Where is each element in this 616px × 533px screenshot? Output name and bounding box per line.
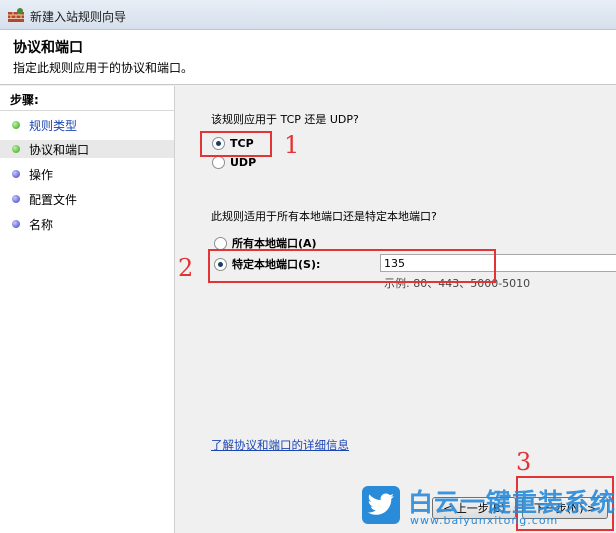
step-profile: 配置文件 xyxy=(12,190,77,208)
step-label: 规则类型 xyxy=(29,118,78,133)
specific-ports-radio-option[interactable]: 特定本地端口(S): xyxy=(214,256,320,272)
title-bar[interactable]: 新建入站规则向导 xyxy=(0,0,616,30)
steps-sidebar: 步骤: 规则类型 协议和端口 操作 配置文件 名称 xyxy=(0,86,175,533)
watermark: 白云一键重装系统 www.baiyunxitong.com xyxy=(362,482,616,533)
step-label: 配置文件 xyxy=(29,192,78,207)
port-number-input[interactable] xyxy=(380,254,616,272)
step-action: 操作 xyxy=(12,165,53,183)
udp-radio[interactable] xyxy=(212,156,225,169)
step-current-icon xyxy=(12,145,20,153)
steps-divider xyxy=(0,110,175,111)
step-label: 协议和端口 xyxy=(29,142,90,157)
ports-question: 此规则适用于所有本地端口还是特定本地端口? xyxy=(211,210,437,223)
step-rule-type[interactable]: 规则类型 xyxy=(12,116,77,134)
page-title: 协议和端口 xyxy=(13,40,83,56)
main-content: 该规则应用于 TCP 还是 UDP? TCP UDP 此规则适用于所有本地端口还… xyxy=(176,86,616,533)
step-label: 名称 xyxy=(29,217,54,232)
tcp-radio[interactable] xyxy=(212,137,225,150)
all-ports-label: 所有本地端口(A) xyxy=(232,237,317,250)
step-pending-icon xyxy=(12,195,20,203)
step-label: 操作 xyxy=(29,167,54,182)
udp-radio-option[interactable]: UDP xyxy=(212,156,256,169)
steps-label: 步骤: xyxy=(10,93,39,107)
annotation-number-3: 3 xyxy=(516,448,532,476)
window-title: 新建入站规则向导 xyxy=(30,10,127,24)
annotation-number-1: 1 xyxy=(284,131,300,159)
step-pending-icon xyxy=(12,170,20,178)
twitter-bird-icon xyxy=(367,493,394,515)
all-ports-radio[interactable] xyxy=(214,236,227,250)
specific-ports-label: 特定本地端口(S): xyxy=(232,258,321,271)
firewall-wizard-icon xyxy=(8,8,24,22)
protocol-question: 该规则应用于 TCP 还是 UDP? xyxy=(211,113,359,126)
learn-more-link[interactable]: 了解协议和端口的详细信息 xyxy=(211,437,349,453)
page-header: 协议和端口 指定此规则应用于的协议和端口。 xyxy=(0,30,616,85)
step-protocol-ports[interactable]: 协议和端口 xyxy=(0,140,174,158)
watermark-url: www.baiyunxitong.com xyxy=(410,514,559,527)
udp-label: UDP xyxy=(230,156,257,169)
step-complete-icon xyxy=(12,121,20,129)
tcp-label: TCP xyxy=(230,137,254,150)
step-pending-icon xyxy=(12,220,20,228)
all-ports-radio-option[interactable]: 所有本地端口(A) xyxy=(214,235,317,251)
annotation-number-2: 2 xyxy=(178,254,194,282)
page-description: 指定此规则应用于的协议和端口。 xyxy=(13,61,194,75)
bird-logo-icon xyxy=(362,486,400,524)
tcp-radio-option[interactable]: TCP xyxy=(212,137,254,150)
port-example-hint: 示例: 80、443、5000-5010 xyxy=(384,277,531,290)
step-name: 名称 xyxy=(12,215,53,233)
specific-ports-radio[interactable] xyxy=(214,257,227,271)
